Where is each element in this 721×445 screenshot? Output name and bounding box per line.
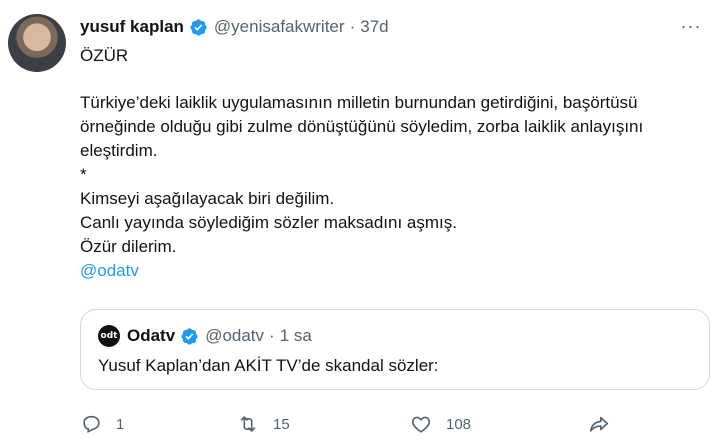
share-icon bbox=[589, 416, 609, 432]
like-count: 108 bbox=[446, 415, 472, 433]
tweet-line: eleştirdim. bbox=[80, 141, 158, 160]
author-handle[interactable]: @yenisafakwriter bbox=[214, 17, 345, 37]
tweet-line: örneğinde olduğu gibi zulme dönüştüğünü … bbox=[80, 117, 644, 136]
tweet-line-title: ÖZÜR bbox=[80, 46, 129, 65]
tweet-line: Türkiye’deki laiklik uygulamasının mille… bbox=[80, 93, 638, 112]
reply-button[interactable]: 1 bbox=[80, 410, 124, 438]
mention-link[interactable]: @odatv bbox=[80, 259, 706, 283]
quoted-tweet-card[interactable]: odt Odatv @odatv · 1 sa Yusuf Kaplan’dan… bbox=[80, 309, 710, 390]
tweet-header: yusuf kaplan @yenisafakwriter · 37d bbox=[80, 14, 389, 40]
retweet-count: 15 bbox=[273, 415, 290, 433]
tweet-line: Canlı yayında söylediğim sözler maksadın… bbox=[80, 213, 457, 232]
tweet-timestamp[interactable]: 37d bbox=[360, 17, 388, 37]
retweet-button[interactable]: 15 bbox=[237, 410, 290, 438]
quoted-header-separator: · bbox=[269, 326, 275, 345]
header-separator: · bbox=[349, 17, 356, 36]
tweet-line: Özür dilerim. bbox=[80, 237, 177, 256]
author-name[interactable]: yusuf kaplan bbox=[80, 17, 184, 37]
quoted-tweet-text: Yusuf Kaplan’dan AKİT TV’de skandal sözl… bbox=[98, 356, 439, 375]
quoted-timestamp: 1 sa bbox=[279, 326, 312, 345]
tweet-body: ÖZÜR Türkiye’deki laiklik uygulamasının … bbox=[80, 44, 706, 283]
verified-badge-icon bbox=[181, 327, 198, 345]
reply-icon bbox=[83, 415, 100, 433]
heart-icon bbox=[411, 416, 431, 433]
retweet-icon bbox=[240, 416, 256, 432]
share-button[interactable] bbox=[588, 410, 624, 438]
tweet-line: * bbox=[80, 165, 87, 184]
tweet-actions-bar: 1 15 108 bbox=[80, 410, 620, 438]
quoted-author-name: Odatv bbox=[127, 326, 176, 345]
tweet-line: Kimseyi aşağılayacak biri değilim. bbox=[80, 189, 335, 208]
quoted-author-handle: @odatv bbox=[205, 326, 265, 345]
more-options-icon[interactable]: ··· bbox=[676, 13, 706, 39]
author-avatar[interactable] bbox=[8, 14, 66, 72]
quoted-author-avatar: odt bbox=[98, 325, 120, 347]
reply-count: 1 bbox=[116, 415, 125, 433]
quoted-tweet-header: odt Odatv @odatv · 1 sa bbox=[98, 324, 312, 348]
like-button[interactable]: 108 bbox=[410, 410, 471, 438]
verified-badge-icon bbox=[190, 18, 207, 36]
